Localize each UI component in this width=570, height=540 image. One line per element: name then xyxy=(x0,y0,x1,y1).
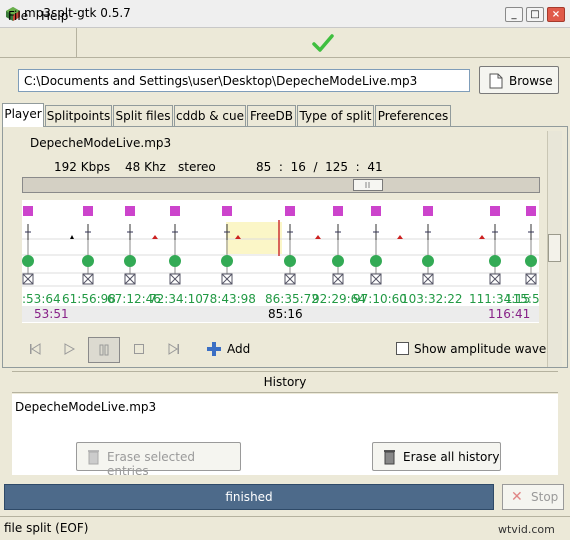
menu-divider xyxy=(76,28,77,58)
stop-label: Stop xyxy=(531,490,559,504)
triangle-marker xyxy=(479,235,485,239)
triangle-marker xyxy=(152,235,158,239)
browse-label: Browse xyxy=(509,74,553,88)
splitpoint-handle xyxy=(222,206,232,216)
stop-playback-button[interactable] xyxy=(124,337,154,363)
history-header: History xyxy=(12,371,558,393)
document-icon xyxy=(489,73,503,89)
tab-cddb-cue[interactable]: cddb & cue xyxy=(174,105,246,127)
splitpoint-node xyxy=(221,255,233,267)
browse-button[interactable]: Browse xyxy=(479,66,559,94)
splitpoint-handle xyxy=(371,206,381,216)
scrollbar-thumb[interactable] xyxy=(548,234,561,262)
seek-bar-thumb[interactable] xyxy=(353,179,383,191)
splitpoint-time: 78:43:98 xyxy=(202,292,256,306)
time-display: 85 : 16 / 125 : 41 xyxy=(256,160,383,174)
splitpoint-time: 103:32:22 xyxy=(401,292,463,306)
trash-icon xyxy=(384,450,395,465)
selection-region xyxy=(226,222,282,254)
splitpoint-node xyxy=(82,255,94,267)
erase-all-button[interactable]: Erase all history xyxy=(372,442,501,471)
menu-help[interactable]: Help xyxy=(41,9,68,23)
trash-icon xyxy=(88,450,99,465)
splitpoint-handle xyxy=(333,206,343,216)
splitpoint-node xyxy=(124,255,136,267)
seek-bar[interactable] xyxy=(22,177,540,193)
splitpoint-handle xyxy=(23,206,33,216)
amplitude-checkbox[interactable] xyxy=(396,342,409,355)
watermark: wtvid.com xyxy=(498,523,555,536)
splitpoint-node xyxy=(284,255,296,267)
frequency: 48 Khz xyxy=(125,160,166,174)
triangle-marker xyxy=(397,235,403,239)
splitpoint-time: 115:52 xyxy=(505,292,539,306)
splitpoint-times: :53:64 61:56:98 67:12:46 72:34:10 78:43:98 86… xyxy=(22,292,539,306)
splitpoint-handle xyxy=(423,206,433,216)
menu-file[interactable]: File xyxy=(8,9,28,23)
checkmark-icon xyxy=(312,34,334,52)
maximize-button[interactable]: □ xyxy=(526,7,544,22)
play-icon xyxy=(64,343,76,355)
splitpoint-handle xyxy=(170,206,180,216)
history-entry[interactable]: DepecheModeLive.mp3 xyxy=(15,400,156,414)
tab-preferences[interactable]: Preferences xyxy=(375,105,451,127)
bitrate: 192 Kbps xyxy=(54,160,111,174)
skip-forward-icon xyxy=(168,343,179,355)
splitpoint-node xyxy=(422,255,434,267)
splitpoint-node xyxy=(370,255,382,267)
split-progress-bar: finished xyxy=(4,484,494,510)
splitpoint-handle xyxy=(83,206,93,216)
previous-button[interactable] xyxy=(20,337,50,363)
tab-player[interactable]: Player xyxy=(2,103,44,127)
triangle-marker xyxy=(70,235,74,239)
add-label: Add xyxy=(227,342,251,356)
erase-selected-button[interactable]: Erase selected entries xyxy=(76,442,241,478)
splitpoint-node xyxy=(332,255,344,267)
triangle-marker xyxy=(315,235,321,239)
stop-x-icon: ✕ xyxy=(511,489,523,505)
splitpoint-node xyxy=(489,255,501,267)
file-path-input[interactable] xyxy=(18,69,470,92)
splitpoint-node xyxy=(169,255,181,267)
stop-icon xyxy=(134,344,144,354)
amplitude-label: Show amplitude wave xyxy=(414,342,547,356)
splitpoint-node xyxy=(22,255,34,267)
add-splitpoint-button[interactable]: Add xyxy=(205,340,260,360)
tab-split-files[interactable]: Split files xyxy=(113,105,173,127)
tab-freedb[interactable]: FreeDB xyxy=(247,105,296,127)
pause-icon xyxy=(99,344,109,356)
channel-mode: stereo xyxy=(178,160,216,174)
splitpoint-handle xyxy=(490,206,500,216)
marker-row: 53:51 85:16 116:41 xyxy=(22,306,539,322)
splitpoint-time: 72:34:10 xyxy=(149,292,203,306)
splitpoint-handle xyxy=(526,206,536,216)
stop-split-button[interactable]: ✕ Stop xyxy=(502,484,564,510)
splitpoint-time: 86:35:72 xyxy=(265,292,319,306)
splitpoint-time: :53:64 xyxy=(22,292,61,306)
splitpoint-time: 97:10:60 xyxy=(353,292,407,306)
minimize-button[interactable]: _ xyxy=(505,7,523,22)
start-marker: 53:51 xyxy=(34,307,69,321)
tab-type-of-split[interactable]: Type of split xyxy=(297,105,374,127)
plus-icon xyxy=(207,342,221,356)
menu-bar xyxy=(0,28,570,58)
erase-all-label: Erase all history xyxy=(403,450,500,464)
skip-back-icon xyxy=(30,343,41,355)
play-button[interactable] xyxy=(54,337,84,363)
tab-splitpoints[interactable]: Splitpoints xyxy=(45,105,112,127)
pause-button[interactable] xyxy=(88,337,120,363)
erase-selected-label: Erase selected entries xyxy=(107,450,195,478)
splitpoint-node xyxy=(525,255,537,267)
splitpoint-handle xyxy=(285,206,295,216)
song-name: DepecheModeLive.mp3 xyxy=(30,136,172,150)
splitpoint-handle xyxy=(125,206,135,216)
end-marker: 116:41 xyxy=(488,307,531,321)
close-button[interactable]: × xyxy=(547,7,565,22)
next-button[interactable] xyxy=(159,337,189,363)
status-text: file split (EOF) xyxy=(4,521,89,535)
current-marker: 85:16 xyxy=(268,307,303,321)
